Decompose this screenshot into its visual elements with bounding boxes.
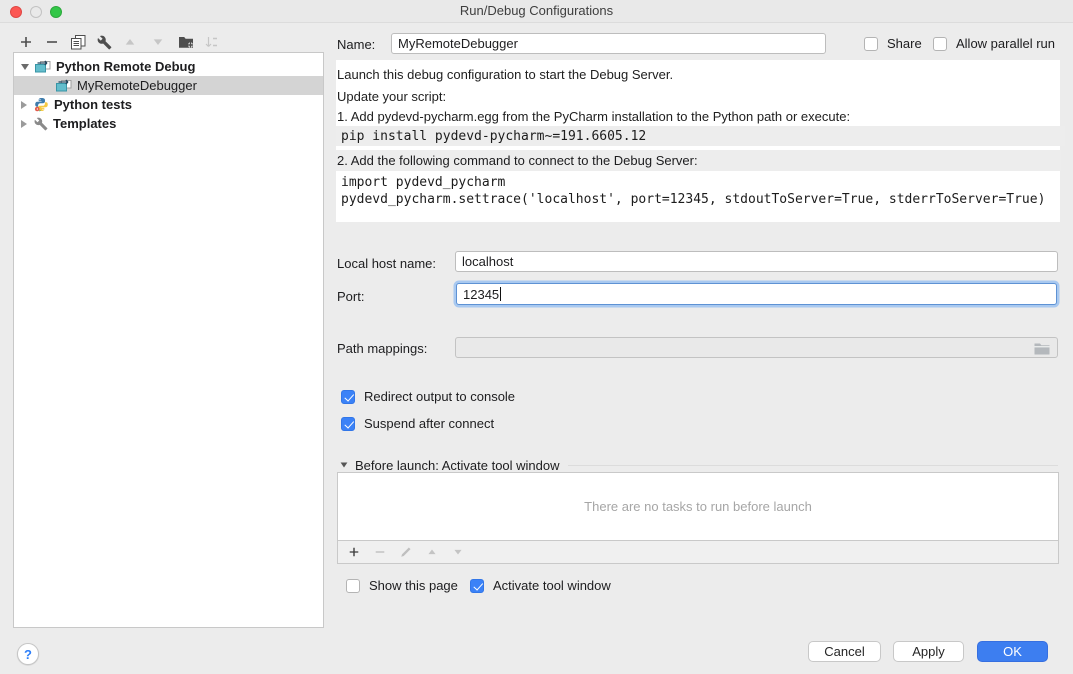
description-line-1: Launch this debug configuration to start…: [337, 67, 673, 82]
path-mappings-label: Path mappings:: [337, 341, 427, 356]
local-host-name-input[interactable]: [455, 251, 1058, 272]
chevron-collapsed-icon[interactable]: [21, 120, 27, 128]
question-mark-icon: ?: [24, 647, 32, 662]
description-step-2-strip: 2. Add the following command to connect …: [336, 150, 1061, 171]
show-this-page-checkbox-row[interactable]: Show this page: [346, 578, 458, 593]
redirect-output-label: Redirect output to console: [364, 389, 515, 404]
allow-parallel-run-label: Allow parallel run: [956, 36, 1055, 51]
wrench-icon: [34, 117, 48, 131]
ok-button[interactable]: OK: [977, 641, 1048, 662]
add-icon[interactable]: [18, 34, 34, 50]
port-value: 12345: [463, 287, 499, 302]
tree-item-python-remote-debug[interactable]: Python Remote Debug: [14, 57, 323, 76]
remove-icon[interactable]: [44, 34, 60, 50]
edit-defaults-wrench-icon[interactable]: [96, 34, 112, 50]
name-input[interactable]: [391, 33, 826, 54]
path-mappings-input[interactable]: [455, 337, 1058, 358]
before-launch-task-list: There are no tasks to run before launch: [337, 472, 1059, 541]
local-host-name-label: Local host name:: [337, 256, 436, 271]
allow-parallel-run-checkbox[interactable]: [933, 37, 947, 51]
activate-tool-window-label: Activate tool window: [493, 578, 611, 593]
window-title: Run/Debug Configurations: [0, 3, 1073, 18]
python-tests-icon: [34, 97, 49, 112]
activate-tool-window-checkbox-row[interactable]: Activate tool window: [470, 578, 611, 593]
tree-item-label: Templates: [53, 116, 116, 131]
suspend-after-connect-checkbox[interactable]: [341, 417, 355, 431]
remote-debug-config-icon: [35, 60, 51, 73]
move-down-icon[interactable]: [451, 546, 464, 559]
show-this-page-label: Show this page: [369, 578, 458, 593]
configurations-tree: Python Remote Debug MyRemoteDebugger Pyt…: [13, 52, 324, 628]
sort-alphabetically-icon[interactable]: [203, 34, 219, 50]
share-checkbox-row[interactable]: Share: [864, 36, 922, 51]
new-folder-icon[interactable]: [178, 34, 194, 50]
tree-item-label: MyRemoteDebugger: [77, 78, 197, 93]
cancel-button[interactable]: Cancel: [808, 641, 881, 662]
pip-install-code: pip install pydevd-pycharm~=191.6605.12: [341, 129, 646, 144]
copy-icon[interactable]: [70, 34, 86, 50]
empty-task-list-text: There are no tasks to run before launch: [584, 499, 812, 514]
tree-item-python-tests[interactable]: Python tests: [14, 95, 323, 114]
remote-debug-config-icon: [56, 79, 72, 92]
remove-icon[interactable]: [373, 546, 386, 559]
divider: [568, 465, 1058, 466]
activate-tool-window-checkbox[interactable]: [470, 579, 484, 593]
settrace-code-line-1: import pydevd_pycharm: [341, 174, 1060, 191]
name-label: Name:: [337, 37, 375, 52]
tree-item-templates[interactable]: Templates: [14, 114, 323, 133]
pip-install-code-block: pip install pydevd-pycharm~=191.6605.12: [336, 126, 1065, 146]
before-launch-toolbar: [337, 541, 1059, 564]
move-up-icon[interactable]: [425, 546, 438, 559]
description-step-2: 2. Add the following command to connect …: [337, 153, 698, 168]
redirect-output-checkbox[interactable]: [341, 390, 355, 404]
settrace-code-line-2: pydevd_pycharm.settrace('localhost', por…: [341, 191, 1060, 208]
port-label: Port:: [337, 289, 364, 304]
tree-item-label: Python Remote Debug: [56, 59, 195, 74]
before-launch-title: Before launch: Activate tool window: [355, 458, 560, 473]
chevron-collapsed-icon[interactable]: [21, 101, 27, 109]
description-line-2: Update your script:: [337, 89, 446, 104]
chevron-expanded-icon[interactable]: [21, 64, 29, 70]
allow-parallel-run-checkbox-row[interactable]: Allow parallel run: [933, 36, 1055, 51]
share-label: Share: [887, 36, 922, 51]
move-up-icon[interactable]: [122, 34, 138, 50]
description-step-1: 1. Add pydevd-pycharm.egg from the PyCha…: [337, 109, 850, 124]
folder-icon[interactable]: [1034, 342, 1050, 355]
apply-button[interactable]: Apply: [893, 641, 964, 662]
add-icon[interactable]: [347, 546, 360, 559]
suspend-after-connect-checkbox-row[interactable]: Suspend after connect: [341, 416, 494, 431]
run-debug-configurations-dialog: Run/Debug Configurations Python Remote D…: [0, 0, 1073, 674]
edit-pencil-icon[interactable]: [399, 546, 412, 559]
show-this-page-checkbox[interactable]: [346, 579, 360, 593]
share-checkbox[interactable]: [864, 37, 878, 51]
help-button[interactable]: ?: [17, 643, 39, 665]
redirect-output-checkbox-row[interactable]: Redirect output to console: [341, 389, 515, 404]
port-input[interactable]: 12345: [456, 283, 1057, 305]
settrace-code-block: import pydevd_pycharm pydevd_pycharm.set…: [336, 171, 1060, 222]
tree-item-label: Python tests: [54, 97, 132, 112]
suspend-after-connect-label: Suspend after connect: [364, 416, 494, 431]
move-down-icon[interactable]: [150, 34, 166, 50]
title-bar: Run/Debug Configurations: [0, 0, 1073, 23]
before-launch-header[interactable]: Before launch: Activate tool window: [340, 457, 1058, 473]
chevron-expanded-icon[interactable]: [341, 462, 348, 467]
text-caret: [500, 287, 501, 301]
tree-item-myremotedebugger[interactable]: MyRemoteDebugger: [14, 76, 323, 95]
